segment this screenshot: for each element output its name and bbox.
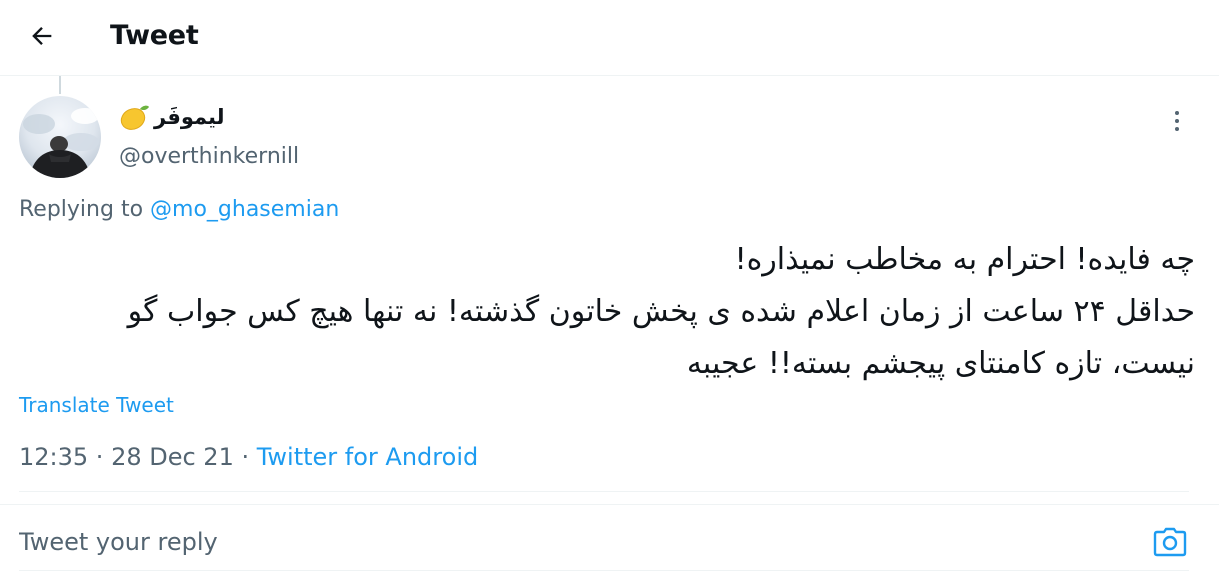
divider bbox=[0, 504, 1219, 505]
meta-separator: · bbox=[88, 443, 112, 471]
replying-to-handle[interactable]: @mo_ghasemian bbox=[150, 197, 339, 222]
divider bbox=[19, 491, 1189, 492]
lemon-icon bbox=[120, 105, 149, 130]
avatar[interactable] bbox=[19, 96, 101, 178]
tweet-line: حداقل ۲۴ ساعت از زمان اعلام شده ی پخش خا… bbox=[127, 294, 1195, 329]
display-name[interactable]: لیموفَر bbox=[118, 100, 225, 134]
tweet-text: چه فایده! احترام به مخاطب نمیذاره! حداقل… bbox=[15, 234, 1195, 390]
user-handle[interactable]: @overthinkernill bbox=[119, 142, 299, 172]
tweet-date[interactable]: 28 Dec 21 bbox=[111, 443, 234, 471]
translate-tweet-link[interactable]: Translate Tweet bbox=[19, 391, 174, 419]
back-button[interactable] bbox=[22, 16, 62, 56]
more-vertical-icon bbox=[1175, 111, 1179, 131]
tweet-line: چه فایده! احترام به مخاطب نمیذاره! bbox=[734, 242, 1195, 277]
replying-to: Replying to @mo_ghasemian bbox=[19, 195, 339, 225]
page-title: Tweet bbox=[110, 20, 199, 51]
top-bar: Tweet bbox=[0, 0, 1219, 76]
replying-prefix: Replying to bbox=[19, 197, 151, 222]
tweet-time[interactable]: 12:35 bbox=[19, 443, 88, 471]
reply-input[interactable] bbox=[19, 522, 1119, 562]
tweet-metadata: 12:35 · 28 Dec 21 · Twitter for Android bbox=[19, 441, 478, 473]
more-options-button[interactable] bbox=[1160, 104, 1194, 138]
tweet-source[interactable]: Twitter for Android bbox=[257, 443, 478, 471]
back-arrow-icon bbox=[32, 27, 52, 45]
tweet-line: نیست، تازه کامنتای پیجشم بسته!! عجیبه bbox=[686, 346, 1195, 381]
display-name-text: لیموفَر bbox=[154, 105, 225, 129]
divider bbox=[19, 570, 1189, 571]
thread-connector-line bbox=[59, 76, 61, 94]
camera-icon bbox=[1153, 527, 1187, 557]
meta-separator: · bbox=[233, 443, 257, 471]
avatar-photo bbox=[19, 96, 101, 178]
add-photo-button[interactable] bbox=[1150, 522, 1190, 562]
